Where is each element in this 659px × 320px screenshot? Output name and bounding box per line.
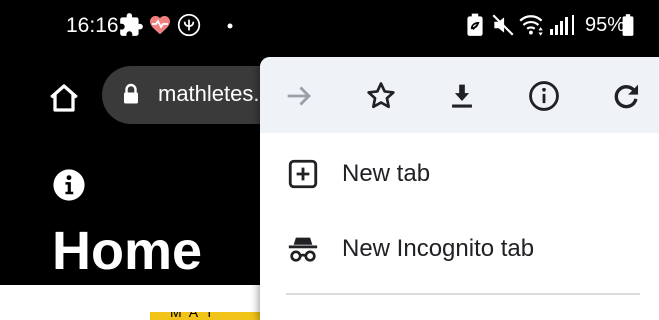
info-icon[interactable]: [52, 168, 86, 202]
download-icon[interactable]: [445, 79, 479, 113]
incognito-icon: [288, 237, 318, 262]
signal-icon: [550, 15, 574, 35]
menu-item-label: New tab: [342, 160, 431, 187]
screen: 16:16 95% mathletes.co Home M A T New ta…: [0, 0, 659, 320]
home-icon[interactable]: [46, 80, 82, 116]
status-bar: 16:16 95%: [0, 0, 659, 52]
star-icon[interactable]: [364, 79, 398, 113]
browser-menu: New tab New Incognito tab: [260, 57, 659, 320]
lock-icon: [124, 83, 138, 104]
menu-toolbar: [260, 57, 659, 133]
forward-arrow-icon[interactable]: [282, 79, 316, 113]
menu-divider: [286, 293, 640, 295]
antenna-icon: [177, 13, 201, 37]
puzzle-icon: [120, 13, 143, 36]
battery-percentage: 95%: [585, 14, 626, 36]
page-banner-strip: M A T: [150, 312, 260, 320]
battery-icon: [622, 14, 634, 36]
status-time: 16:16: [66, 14, 119, 37]
mute-icon: [492, 14, 514, 36]
reload-icon[interactable]: [609, 79, 643, 113]
battery-saver-icon: [467, 13, 483, 36]
info-icon[interactable]: [527, 79, 561, 113]
menu-item-label: New Incognito tab: [342, 235, 535, 262]
new-tab-icon: [288, 159, 318, 189]
notification-dot-icon: [227, 23, 233, 29]
menu-item-new-tab[interactable]: New tab: [260, 139, 659, 207]
page-title: Home: [52, 221, 203, 281]
wifi-icon: [519, 15, 543, 36]
banner-text: M A T: [170, 312, 216, 320]
menu-item-new-incognito-tab[interactable]: New Incognito tab: [260, 214, 659, 282]
heart-rate-icon: [150, 16, 170, 35]
